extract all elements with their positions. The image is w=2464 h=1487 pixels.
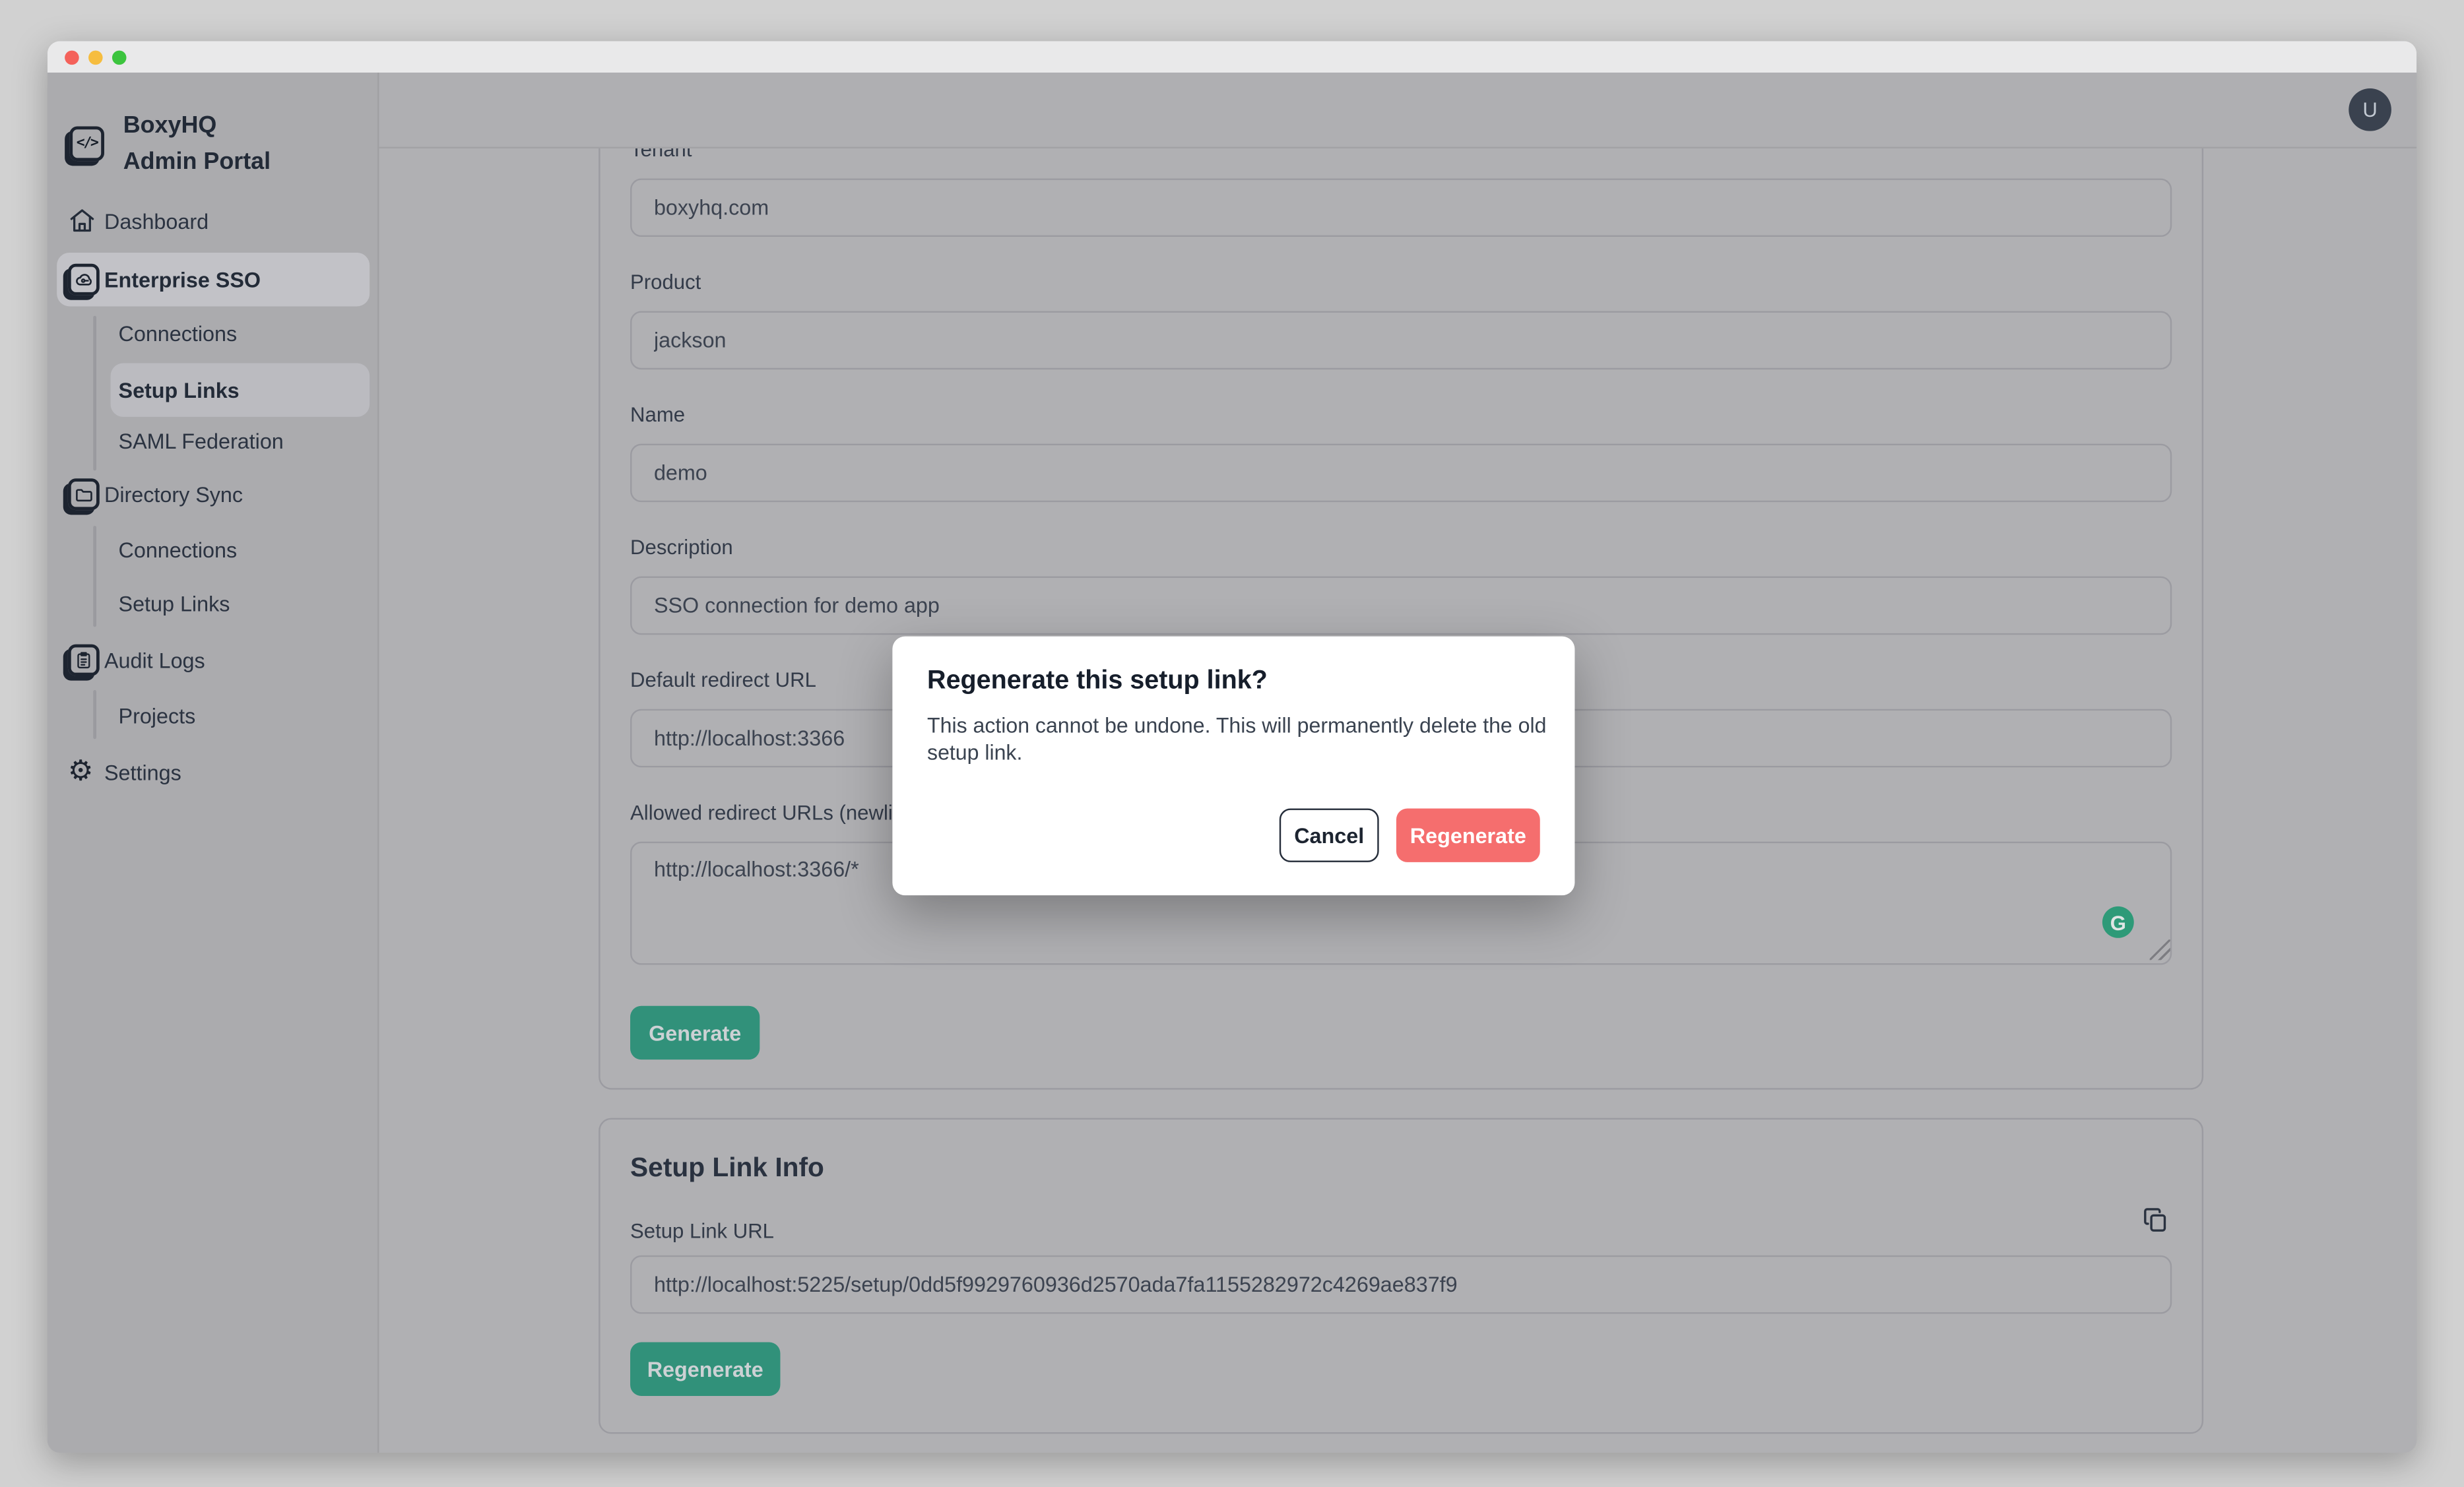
regenerate-confirm-dialog: Regenerate this setup link? This action …: [892, 637, 1574, 896]
setup-link-url-input[interactable]: [630, 1255, 2172, 1314]
sidebar-item-dsync-connections[interactable]: Connections: [48, 522, 379, 576]
tenant-input[interactable]: [630, 178, 2172, 237]
user-avatar[interactable]: U: [2349, 88, 2391, 131]
top-header: U: [379, 73, 2416, 148]
description-label: Description: [630, 535, 733, 560]
setup-link-info-heading: Setup Link Info: [630, 1153, 824, 1184]
name-input[interactable]: [630, 444, 2172, 503]
textarea-resize-handle[interactable]: [2150, 939, 2170, 960]
sidebar-item-settings[interactable]: ⚙ Settings: [48, 745, 379, 799]
sidebar-item-sso-connections[interactable]: Connections: [48, 306, 379, 360]
zoom-window-button[interactable]: [112, 49, 127, 64]
grammarly-icon[interactable]: G: [2102, 906, 2134, 938]
audit-keycap-icon: [68, 645, 100, 676]
regenerate-button[interactable]: Regenerate: [630, 1343, 780, 1396]
window-titlebar[interactable]: [48, 41, 2416, 73]
gear-icon: ⚙: [68, 758, 94, 786]
confirm-regenerate-button[interactable]: Regenerate: [1396, 809, 1540, 862]
setup-link-url-label: Setup Link URL: [630, 1219, 774, 1244]
dialog-title: Regenerate this setup link?: [927, 666, 1268, 696]
product-input[interactable]: [630, 311, 2172, 370]
boxyhq-logo-icon: </>: [69, 126, 104, 161]
sidebar-item-sso-setup-links[interactable]: Setup Links: [48, 364, 379, 417]
description-input[interactable]: [630, 577, 2172, 635]
sidebar-item-dsync-setup-links[interactable]: Setup Links: [48, 577, 379, 630]
dialog-message: This action cannot be undone. This will …: [927, 714, 1546, 766]
tenant-label: Tenant: [630, 148, 692, 163]
name-label: Name: [630, 402, 685, 427]
sidebar-item-dashboard[interactable]: Dashboard: [48, 194, 379, 247]
dialog-message-line2: setup link.: [927, 740, 1022, 763]
desktop: </> BoxyHQ Admin Portal Dashboard: [0, 0, 2464, 1487]
app-window: </> BoxyHQ Admin Portal Dashboard: [48, 41, 2416, 1453]
home-icon: [68, 207, 96, 236]
generate-button[interactable]: Generate: [630, 1006, 760, 1060]
close-window-button[interactable]: [65, 49, 79, 64]
app-logo[interactable]: </> BoxyHQ Admin Portal: [69, 108, 287, 180]
sidebar-item-directory-sync[interactable]: Directory Sync: [48, 468, 379, 521]
dialog-message-line1: This action cannot be undone. This will …: [927, 714, 1546, 738]
sidebar: </> BoxyHQ Admin Portal Dashboard: [48, 73, 379, 1453]
product-label: Product: [630, 270, 701, 295]
directory-keycap-icon: [68, 478, 100, 510]
sidebar-item-saml-federation[interactable]: SAML Federation: [48, 414, 379, 467]
cancel-button[interactable]: Cancel: [1280, 809, 1379, 862]
minimize-window-button[interactable]: [88, 49, 103, 64]
app-title: BoxyHQ Admin Portal: [123, 108, 288, 180]
default-redirect-url-label: Default redirect URL: [630, 668, 816, 693]
sidebar-item-audit-logs[interactable]: Audit Logs: [48, 633, 379, 687]
sidebar-item-enterprise-sso[interactable]: Enterprise SSO: [48, 253, 379, 306]
sso-keycap-icon: [68, 264, 100, 296]
sidebar-item-projects[interactable]: Projects: [48, 689, 379, 742]
copy-icon[interactable]: [2142, 1207, 2169, 1234]
